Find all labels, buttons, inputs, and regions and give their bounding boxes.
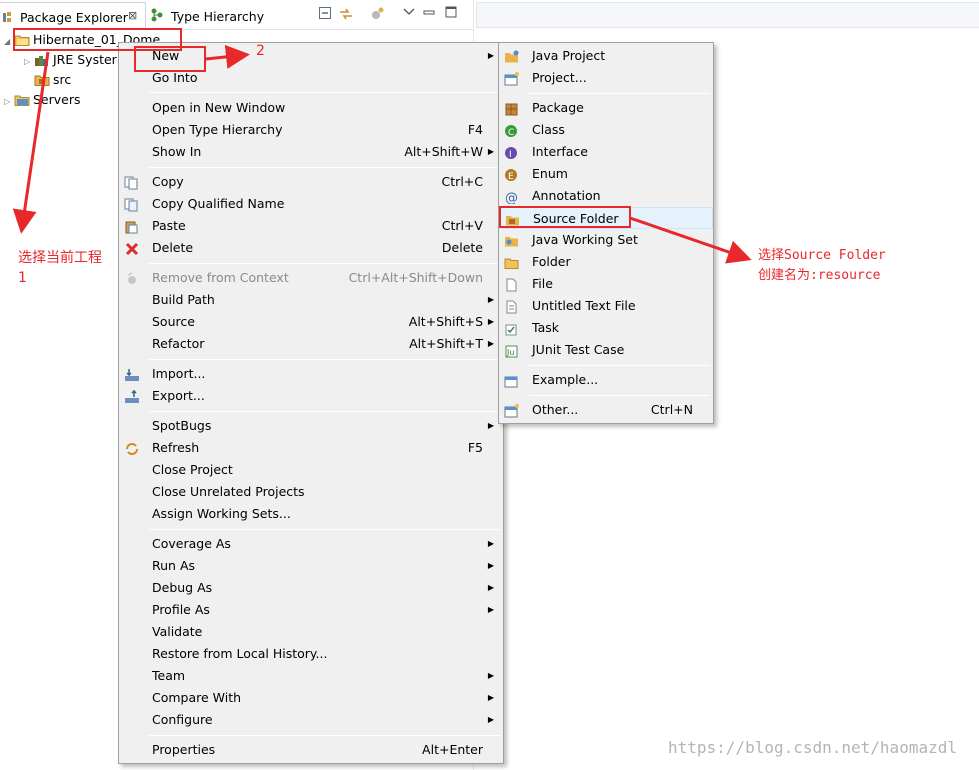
annotation-step1-line1: 选择当前工程 [18,250,102,266]
arrow-step-2 [205,44,250,69]
annotation-step2-text: 2 [256,43,265,59]
annotation-step1-line2: 1 [18,270,27,286]
arrow-step-3 [629,216,752,264]
annotation-step3-text: 选择Source Folder 创建名为:resource [758,246,886,286]
annotation-step3-line2: 创建名为:resource [758,268,881,283]
watermark: https://blog.csdn.net/haomazdl [668,738,957,757]
annotation-step3-line1: 选择Source Folder [758,248,886,263]
arrow-step-1 [12,51,50,234]
annotation-step1-text: 选择当前工程 1 [18,248,102,288]
annotation-arrows [12,44,752,264]
